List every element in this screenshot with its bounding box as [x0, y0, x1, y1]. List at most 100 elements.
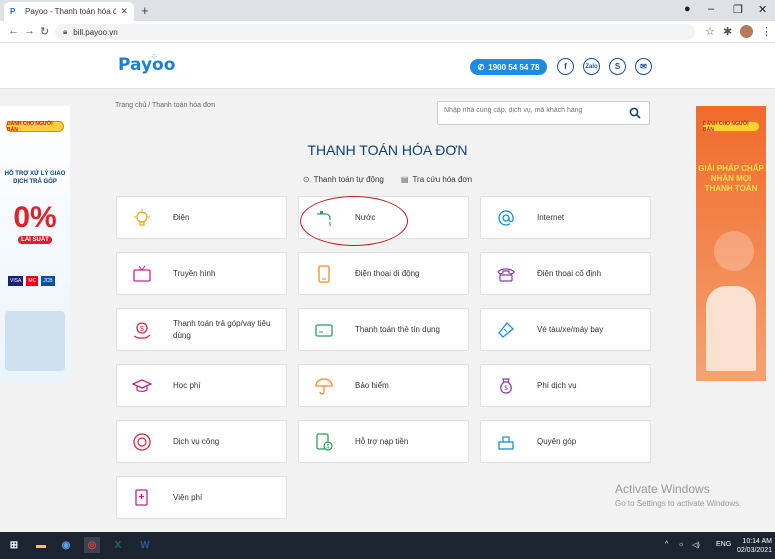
skype-icon[interactable]: S [609, 58, 626, 75]
service-card-hospital-fee[interactable]: Viện phí [116, 476, 287, 519]
url-field[interactable]: 🔒︎ bill.payoo.vn [55, 24, 695, 40]
service-label: Thanh toán trả góp/vay tiêu dùng [173, 318, 271, 340]
service-card-internet[interactable]: Internet [480, 196, 651, 239]
service-label: Vé tàu/xe/máy bay [537, 324, 604, 334]
tab-lookup-bill[interactable]: ▤ Tra cứu hóa đơn [401, 175, 472, 184]
service-label: Truyền hình [173, 268, 216, 278]
start-icon[interactable]: ⊞ [6, 537, 22, 553]
ad-headline: HỖ TRỢ XỬ LÝ GIAO DỊCH TRẢ GÓP [4, 171, 66, 185]
minimize-icon[interactable]: – [708, 3, 714, 15]
clock-date: 02/03/2021 [736, 547, 772, 554]
new-tab-icon[interactable]: + [141, 3, 149, 18]
system-clock[interactable]: 10:14 AM 02/03/2021 [736, 537, 772, 555]
ad-headline: GIẢI PHÁP CHẤP NHẬN MỌI THANH TOÁN [698, 164, 764, 193]
facebook-icon[interactable]: f [557, 58, 574, 75]
payoo-logo[interactable]: Payoo [118, 55, 175, 75]
bookmark-star-icon[interactable]: ☆ [705, 25, 715, 38]
service-card-insurance[interactable]: Bảo hiểm [298, 364, 469, 407]
service-card-electricity[interactable]: Điện [116, 196, 287, 239]
ad-banner-left[interactable]: DÀNH CHO NGƯỜI BÁN HỖ TRỢ XỬ LÝ GIAO DỊC… [0, 106, 70, 381]
word-icon[interactable]: W [137, 537, 153, 553]
search-box [437, 101, 650, 125]
ticket-icon [494, 318, 518, 342]
services-wheel-image [714, 231, 754, 271]
watermark-title: Activate Windows [615, 482, 710, 496]
forward-icon[interactable]: → [24, 25, 35, 37]
mobile-icon [312, 262, 336, 286]
ad-sub: LÃI SUẤT [18, 236, 52, 244]
annotation-ellipse [300, 196, 408, 246]
payoo-favicon-icon: P [10, 6, 16, 16]
zalo-icon[interactable]: Zalo [583, 58, 600, 75]
url-text: bill.payoo.vn [73, 27, 118, 37]
tv-icon [130, 262, 154, 286]
tray-chevron-icon[interactable]: ^ [665, 541, 668, 548]
back-icon[interactable]: ← [8, 25, 19, 37]
activate-windows-watermark: Activate Windows Go to Settings to activ… [615, 482, 741, 508]
extensions-icon[interactable]: ✱ [723, 25, 732, 38]
service-card-tickets[interactable]: Vé tàu/xe/máy bay [480, 308, 651, 351]
bulb-icon [130, 206, 154, 230]
tray-volume-icon[interactable]: ◁) [692, 541, 700, 549]
bill-tabs: ⊙ Thanh toán tự động ▤ Tra cứu hóa đơn [0, 175, 775, 184]
chrome-icon[interactable]: ◎ [84, 537, 100, 553]
app-icon[interactable]: ◉ [58, 537, 74, 553]
profile-avatar[interactable] [740, 25, 753, 38]
service-card-service-fee[interactable]: $ Phí dịch vụ [480, 364, 651, 407]
card-icon [312, 318, 336, 342]
mastercard-logo: MC [26, 276, 39, 286]
service-card-credit-card[interactable]: Thanh toán thẻ tín dụng [298, 308, 469, 351]
tab-title: Payoo - Thanh toán hóa đơn on... [25, 7, 117, 16]
service-label: Dịch vụ công [173, 436, 220, 446]
donate-icon [494, 430, 518, 454]
tab-lookup-bill-label: Tra cứu hóa đơn [412, 175, 473, 184]
service-label: Hỗ trợ nạp tiền [355, 436, 409, 446]
menu-icon[interactable]: ⋮ [761, 25, 772, 38]
ad-big-number: 0% [13, 201, 57, 234]
file-explorer-icon[interactable]: ▬ [33, 537, 49, 553]
topup-icon: $ [312, 430, 336, 454]
umbrella-icon [312, 374, 336, 398]
tray-network-icon[interactable]: ☼ [678, 541, 684, 548]
close-tab-icon[interactable]: ✕ [120, 6, 128, 17]
service-card-installment[interactable]: $ Thanh toán trả góp/vay tiêu dùng [116, 308, 287, 351]
hotline-button[interactable]: ✆ 1900 54 54 78 [470, 59, 547, 75]
service-label: Phí dịch vụ [537, 380, 577, 390]
main-content: Trang chủ / Thanh toán hóa đơn THANH TOÁ… [0, 89, 775, 532]
hospital-icon [130, 486, 154, 510]
service-card-tv[interactable]: Truyền hình [116, 252, 287, 295]
svg-text:$: $ [504, 386, 508, 392]
language-indicator[interactable]: ENG [716, 541, 731, 548]
service-card-topup[interactable]: $ Hỗ trợ nạp tiền [298, 420, 469, 463]
phone-icon [494, 262, 518, 286]
search-input[interactable] [444, 107, 619, 114]
service-card-public-service[interactable]: Dịch vụ công [116, 420, 287, 463]
service-card-mobile[interactable]: Điện thoại di động [298, 252, 469, 295]
email-icon[interactable]: ✉ [635, 58, 652, 75]
windows-taskbar: ⊞ ▬ ◉ ◎ X W ^ ☼ ◁) ENG 10:14 AM 02/03/20… [0, 532, 775, 559]
search-icon[interactable] [629, 107, 641, 119]
ad-banner-right[interactable]: DÀNH CHO NGƯỜI BÁN GIẢI PHÁP CHẤP NHẬN M… [696, 106, 766, 381]
service-card-tuition[interactable]: Học phí [116, 364, 287, 407]
cashier-image [706, 286, 756, 371]
lock-icon: 🔒︎ [63, 27, 68, 36]
reload-icon[interactable]: ↻ [40, 25, 49, 38]
tab-auto-payment[interactable]: ⊙ Thanh toán tự động [303, 175, 384, 184]
service-label: Viện phí [173, 492, 203, 502]
account-icon[interactable]: ● [684, 3, 691, 15]
service-label: Internet [537, 212, 565, 222]
breadcrumb: Trang chủ / Thanh toán hóa đơn [115, 102, 216, 109]
browser-tabbar: P Payoo - Thanh toán hóa đơn on... ✕ + ●… [0, 0, 775, 21]
close-window-icon[interactable]: ✕ [758, 3, 767, 16]
service-card-landline[interactable]: Điện thoại cố định [480, 252, 651, 295]
service-label: Điện thoại cố định [537, 268, 602, 278]
tab-auto-payment-label: Thanh toán tự động [313, 175, 384, 184]
auto-pay-icon: ⊙ [302, 175, 310, 184]
restore-icon[interactable]: ❐ [733, 3, 743, 16]
service-card-donation[interactable]: Quyên góp [480, 420, 651, 463]
service-label: Điện [173, 212, 190, 222]
excel-icon[interactable]: X [110, 537, 126, 553]
browser-tab[interactable]: P Payoo - Thanh toán hóa đơn on... ✕ [4, 2, 134, 21]
address-bar: ← → ↻ 🔒︎ bill.payoo.vn ☆ ✱ ⋮ [0, 21, 775, 43]
clock-time: 10:14 AM [742, 538, 772, 545]
